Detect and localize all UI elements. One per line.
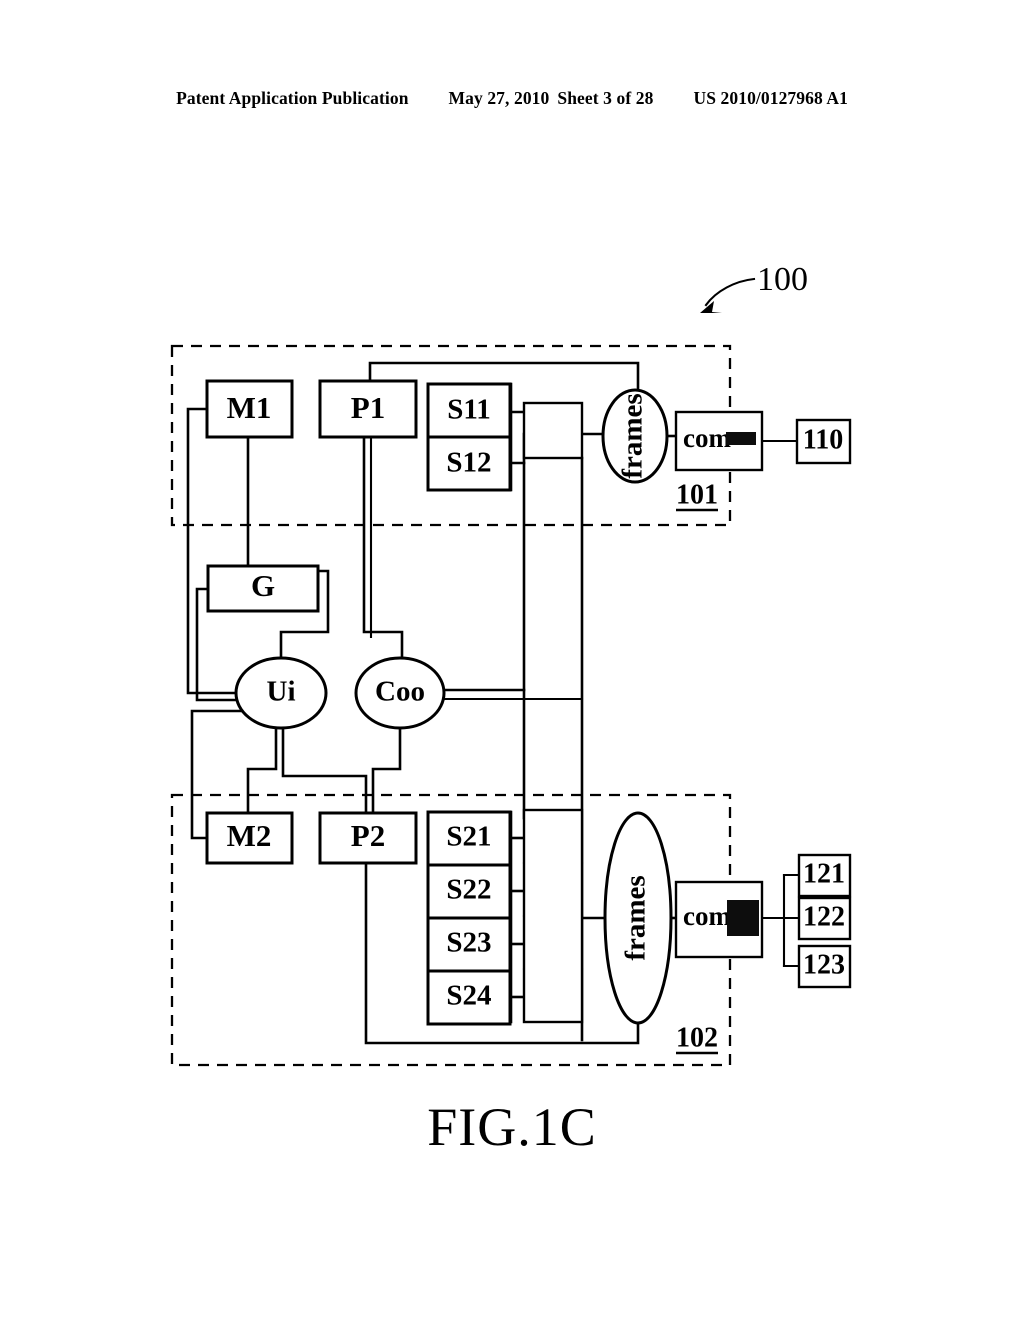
node-coo-label: Coo (375, 676, 425, 708)
region-102-ref: 102 (676, 1022, 718, 1055)
wire-p1-to-coo (362, 435, 404, 662)
terminal-110[interactable]: 110 (795, 418, 852, 465)
terminal-122[interactable]: 122 (797, 896, 852, 941)
node-s21[interactable]: S21 (426, 810, 512, 867)
terminal-110-label: 110 (803, 424, 843, 455)
terminal-123-label: 123 (803, 949, 845, 980)
wire-ui-to-p2 (281, 725, 368, 817)
node-m2[interactable]: M2 (205, 811, 294, 865)
node-com-bottom-label: com (683, 901, 731, 931)
node-p2-label: P2 (351, 818, 385, 853)
region-101-ref: 101 (676, 479, 718, 512)
antenna-bar-icon (726, 432, 756, 445)
node-frames-top[interactable]: frames (601, 388, 669, 484)
curved-arrow-head (700, 301, 722, 313)
region-102-ref-label: 102 (676, 1022, 718, 1053)
node-s22[interactable]: S22 (426, 863, 512, 920)
node-coo[interactable]: Coo (354, 656, 446, 730)
node-s24[interactable]: S24 (426, 969, 512, 1026)
wire-m1-bottom-to-ui-top (246, 435, 330, 662)
node-frames-top-label: frames (617, 393, 649, 478)
node-s12[interactable]: S12 (426, 435, 512, 492)
node-com-bottom[interactable]: com (674, 880, 764, 959)
node-ui-label: Ui (267, 676, 296, 708)
node-frames-bottom[interactable]: frames (603, 811, 673, 1025)
region-101-ref-label: 101 (676, 479, 718, 510)
node-s23[interactable]: S23 (426, 916, 512, 973)
curved-arrow-icon (704, 277, 756, 307)
node-s12-label: S12 (446, 447, 491, 479)
node-ui[interactable]: Ui (234, 656, 328, 730)
system-callout-100: 100 (700, 261, 808, 313)
node-s11-label: S11 (447, 394, 491, 426)
node-frames-bottom-label: frames (620, 875, 652, 960)
terminal-121-label: 121 (803, 858, 845, 889)
terminal-121[interactable]: 121 (797, 853, 852, 898)
patent-page: Patent Application Publication May 27, 2… (0, 0, 1024, 1320)
node-s21-label: S21 (446, 821, 491, 853)
antenna-block-icon (727, 900, 759, 936)
node-g[interactable]: G (206, 564, 320, 613)
node-m1-label: M1 (227, 390, 272, 425)
node-m2-label: M2 (227, 818, 272, 853)
wire-ui-to-m2 (246, 725, 278, 817)
wire-coo-to-p2 (371, 725, 402, 817)
terminal-122-label: 122 (803, 901, 845, 932)
mux-top (522, 401, 584, 460)
figure-caption: FIG.1C (427, 1097, 597, 1157)
node-s11[interactable]: S11 (426, 382, 512, 439)
node-p1[interactable]: P1 (318, 379, 418, 439)
node-com-top-label: com (683, 423, 731, 453)
node-p2[interactable]: P2 (318, 811, 418, 865)
terminal-123[interactable]: 123 (797, 944, 852, 989)
node-s23-label: S23 (446, 927, 491, 959)
system-callout-label: 100 (757, 261, 808, 298)
node-m1[interactable]: M1 (205, 379, 294, 439)
node-com-top[interactable]: com (674, 410, 764, 472)
node-s24-label: S24 (446, 980, 491, 1012)
mux-bottom (522, 808, 584, 1024)
node-s22-label: S22 (446, 874, 491, 906)
node-g-label: G (251, 568, 275, 603)
node-p1-label: P1 (351, 390, 385, 425)
